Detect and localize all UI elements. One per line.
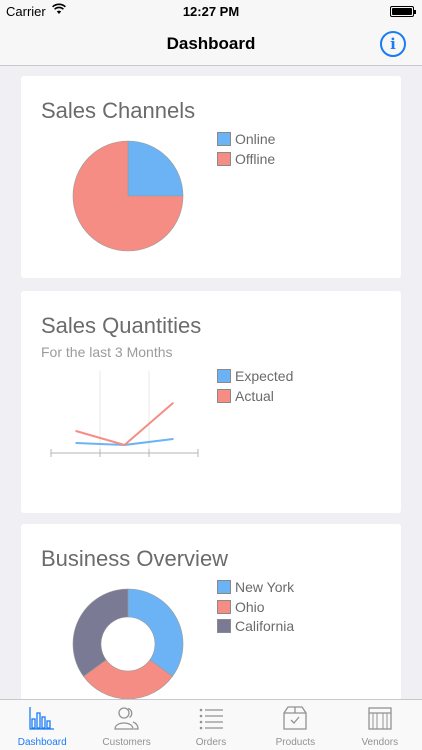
tab-vendors[interactable]: Vendors xyxy=(338,700,422,750)
tab-dashboard[interactable]: Dashboard xyxy=(0,700,84,750)
legend-swatch xyxy=(217,580,231,594)
pie-slice-online xyxy=(127,140,184,197)
card-title: Business Overview xyxy=(41,546,229,571)
data-point xyxy=(172,438,174,440)
pie-slice-california xyxy=(72,588,129,677)
legend-swatch xyxy=(217,151,231,166)
card-title: Sales Quantities xyxy=(41,313,202,338)
data-point xyxy=(123,444,126,446)
data-point xyxy=(75,442,77,444)
customers-icon xyxy=(114,707,140,730)
legend-label: Online xyxy=(235,131,276,147)
sales-quantities-line-chart xyxy=(50,371,199,457)
tab-products[interactable]: Products xyxy=(253,700,337,750)
legend-label: New York xyxy=(235,579,295,595)
data-point xyxy=(75,430,77,432)
tab-label: Dashboard xyxy=(17,737,67,748)
legend-swatch xyxy=(217,619,231,633)
vendor-icon xyxy=(367,707,392,730)
tab-label: Vendors xyxy=(361,737,399,748)
clock: 12:27 PM xyxy=(182,4,240,19)
card-title: Sales Channels xyxy=(41,98,196,123)
status-bar: Carrier 12:27 PM xyxy=(0,0,422,22)
line-series-actual xyxy=(75,402,174,447)
tab-bar: Dashboard Customers Orders Products Vend… xyxy=(0,699,422,750)
legend-swatch xyxy=(217,369,231,383)
tab-label: Products xyxy=(275,737,316,748)
tab-label: Orders xyxy=(195,737,227,748)
sales-channels-card: Sales Channels Online Offline xyxy=(21,76,401,278)
data-point xyxy=(172,402,174,404)
business-overview-card: Business Overview New York Ohio California xyxy=(21,524,401,700)
navigation-bar: Dashboard i xyxy=(0,22,422,66)
legend-label: Expected xyxy=(235,368,294,384)
battery-icon xyxy=(390,6,416,17)
legend-swatch xyxy=(217,132,231,146)
legend-label: Ohio xyxy=(235,598,265,615)
legend-label: California xyxy=(235,618,295,634)
tab-customers[interactable]: Customers xyxy=(84,700,168,750)
bar-chart-icon xyxy=(29,707,54,730)
pie-slice-new-york xyxy=(127,588,184,677)
legend-label: Offline xyxy=(235,150,276,167)
tab-orders[interactable]: Orders xyxy=(169,700,253,750)
box-icon xyxy=(283,706,307,730)
legend-swatch xyxy=(217,599,231,614)
list-icon xyxy=(199,708,223,730)
card-subtitle: For the last 3 Months xyxy=(41,344,173,360)
tab-label: Customers xyxy=(102,737,151,748)
legend-label: Actual xyxy=(235,387,274,404)
sales-quantities-card: Sales Quantities For the last 3 Months E… xyxy=(21,291,401,513)
sales-channels-pie-chart xyxy=(72,140,184,252)
page-title: Dashboard xyxy=(166,34,256,53)
business-overview-donut-chart xyxy=(72,588,184,700)
legend-swatch xyxy=(217,388,231,403)
info-icon[interactable]: i xyxy=(380,31,406,57)
